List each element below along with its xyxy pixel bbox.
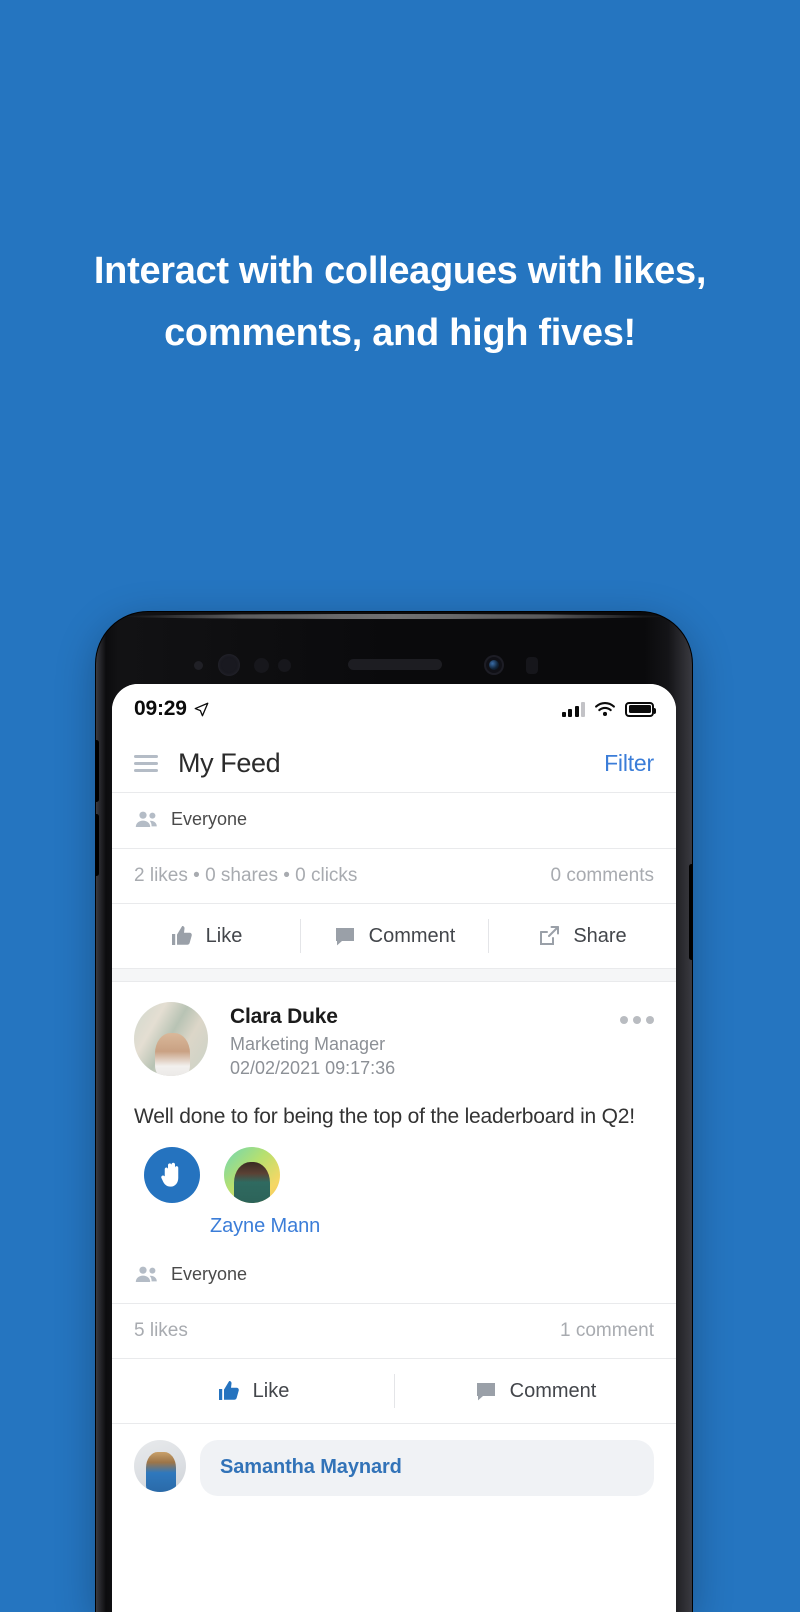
comment-label: Comment xyxy=(509,1379,597,1402)
post-author-meta: Clara Duke Marketing Manager 02/02/2021 … xyxy=(230,1002,620,1079)
proximity-sensor-icon xyxy=(194,661,203,670)
ambient-sensor-icon xyxy=(278,659,291,672)
share-external-icon xyxy=(540,926,560,945)
people-group-icon xyxy=(135,1266,157,1282)
phone-mockup: 09:29 My Feed Filter Everyone 2 likes • … xyxy=(96,612,692,1612)
post-stats-left[interactable]: 5 likes xyxy=(134,1320,188,1342)
share-button[interactable]: Share xyxy=(488,910,676,962)
power-button[interactable] xyxy=(689,864,692,960)
like-label: Like xyxy=(252,1379,290,1402)
phone-screen: 09:29 My Feed Filter Everyone 2 likes • … xyxy=(112,684,676,1612)
status-bar-right xyxy=(561,701,656,717)
like-label: Like xyxy=(205,924,243,947)
front-camera-icon xyxy=(484,655,504,675)
audience-label: Everyone xyxy=(171,1264,248,1284)
people-group-icon xyxy=(135,811,157,827)
earpiece-speaker-icon xyxy=(348,659,442,670)
share-label: Share xyxy=(573,924,627,947)
volume-up-button[interactable] xyxy=(96,740,99,802)
post-stats: 5 likes 1 comment xyxy=(112,1304,676,1358)
post-stats-left[interactable]: 2 likes • 0 shares • 0 clicks xyxy=(134,865,357,887)
cellular-signal-icon xyxy=(561,701,585,717)
audience-label: Everyone xyxy=(171,809,248,829)
volume-down-button[interactable] xyxy=(96,814,99,876)
feed-post-partial: Everyone 2 likes • 0 shares • 0 clicks 0… xyxy=(112,793,676,968)
location-arrow-icon xyxy=(194,702,209,716)
post-actions: Like Comment xyxy=(112,1359,676,1423)
status-bar-left: 09:29 xyxy=(134,697,209,721)
post-audience: Everyone xyxy=(112,793,676,848)
post-actions: Like Comment xyxy=(112,904,676,968)
comment-author-name[interactable]: Samantha Maynard xyxy=(220,1456,634,1479)
feed-list: Everyone 2 likes • 0 shares • 0 clicks 0… xyxy=(112,793,676,1496)
light-sensor-icon xyxy=(254,658,269,673)
post-audience: Everyone xyxy=(112,1238,676,1303)
comment-item: Samantha Maynard xyxy=(112,1424,676,1496)
recipient-avatar[interactable] xyxy=(224,1147,280,1203)
battery-full-icon xyxy=(625,701,656,717)
post-text: Well done to for being the top of the le… xyxy=(134,1105,635,1128)
thumbs-up-icon xyxy=(171,926,192,945)
avatar[interactable] xyxy=(134,1002,208,1076)
comment-label: Comment xyxy=(368,924,456,947)
feed-post: Clara Duke Marketing Manager 02/02/2021 … xyxy=(112,982,676,1496)
wifi-icon xyxy=(595,701,615,717)
hamburger-menu-icon[interactable] xyxy=(134,754,158,772)
comment-bubble[interactable]: Samantha Maynard xyxy=(200,1440,654,1496)
led-indicator-icon xyxy=(526,657,538,674)
post-recipients xyxy=(112,1133,676,1203)
hand-glyph xyxy=(161,1162,179,1187)
post-stats-right[interactable]: 0 comments xyxy=(551,865,654,887)
status-time: 09:29 xyxy=(134,697,187,720)
post-timestamp: 02/02/2021 09:17:36 xyxy=(230,1058,396,1078)
post-author-name[interactable]: Clara Duke xyxy=(230,1005,620,1029)
post-stats-right[interactable]: 1 comment xyxy=(560,1320,654,1342)
page-title: My Feed xyxy=(178,747,281,778)
post-header: Clara Duke Marketing Manager 02/02/2021 … xyxy=(112,982,676,1085)
recipient-name[interactable]: Zayne Mann xyxy=(112,1203,676,1238)
like-button[interactable]: Like xyxy=(112,1365,394,1417)
comment-bubble-icon xyxy=(476,1383,495,1401)
app-header: My Feed Filter xyxy=(112,734,676,792)
post-stats: 2 likes • 0 shares • 0 clicks 0 comments xyxy=(112,849,676,903)
iris-scanner-icon xyxy=(218,654,240,676)
like-button[interactable]: Like xyxy=(112,910,300,962)
post-author-role: Marketing Manager xyxy=(230,1034,386,1054)
comment-button[interactable]: Comment xyxy=(394,1365,676,1417)
high-five-hand-icon xyxy=(144,1147,200,1203)
post-separator xyxy=(112,968,676,982)
status-bar: 09:29 xyxy=(112,684,676,734)
phone-sensor-row xyxy=(96,654,692,676)
avatar[interactable] xyxy=(134,1440,186,1492)
comment-button[interactable]: Comment xyxy=(300,910,488,962)
comment-bubble-icon xyxy=(335,928,354,946)
page-headline: Interact with colleagues with likes, com… xyxy=(93,250,707,354)
more-options-icon[interactable] xyxy=(620,1002,654,1024)
thumbs-up-icon xyxy=(218,1381,239,1400)
phone-top-highlight xyxy=(122,614,666,619)
filter-button[interactable]: Filter xyxy=(604,750,654,777)
